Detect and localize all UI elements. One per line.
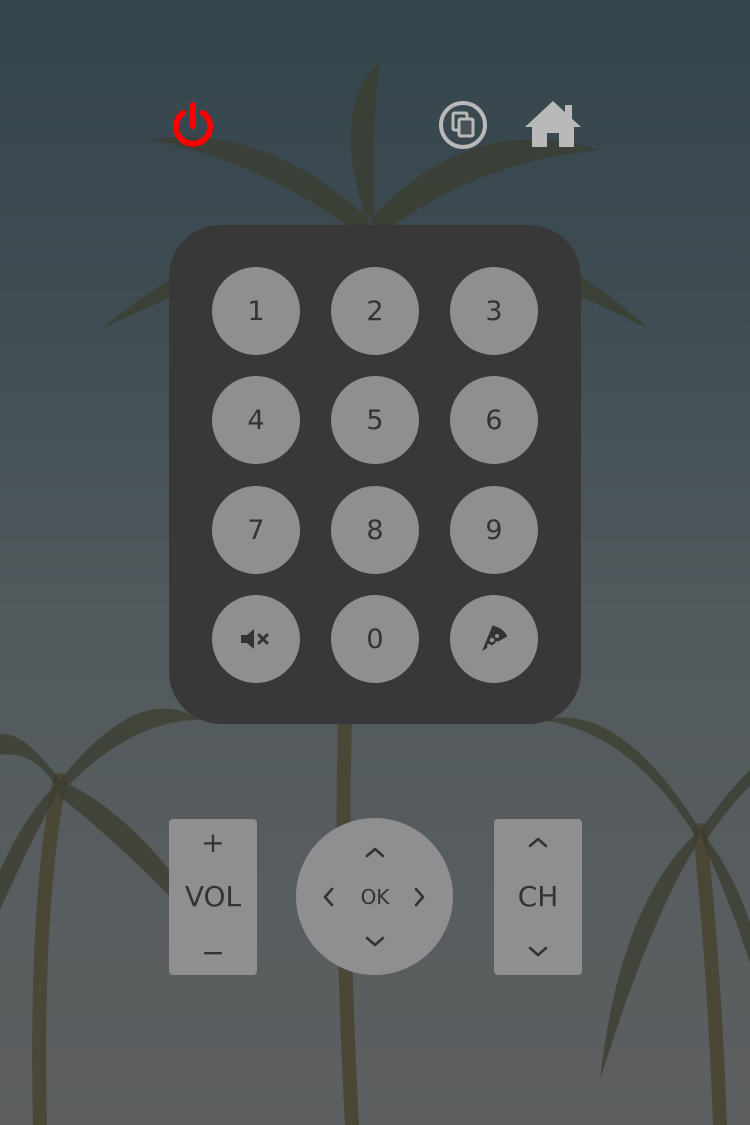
key-2[interactable]: 2 — [331, 267, 419, 355]
volume-rocker: + VOL − — [169, 819, 257, 975]
key-8[interactable]: 8 — [331, 486, 419, 574]
home-button[interactable] — [522, 96, 584, 152]
mute-icon — [241, 629, 269, 649]
key-7[interactable]: 7 — [212, 486, 300, 574]
copy-icon — [439, 101, 487, 149]
chevron-left-icon — [323, 887, 334, 907]
volume-up-button[interactable]: + — [169, 819, 257, 865]
direction-pad: OK — [296, 818, 453, 975]
key-6[interactable]: 6 — [450, 376, 538, 464]
volume-down-button[interactable]: − — [169, 929, 257, 975]
chevron-right-icon — [414, 887, 425, 907]
power-button[interactable] — [165, 98, 221, 154]
chevron-down-icon — [528, 946, 548, 957]
key-3[interactable]: 3 — [450, 267, 538, 355]
key-4[interactable]: 4 — [212, 376, 300, 464]
key-9[interactable]: 9 — [450, 486, 538, 574]
channel-label: CH — [517, 880, 559, 913]
dpad-up-button[interactable] — [354, 836, 396, 868]
chevron-down-icon — [365, 936, 385, 947]
dpad-right-button[interactable] — [404, 876, 436, 918]
volume-down-label: − — [201, 935, 225, 969]
channel-rocker: CH — [494, 819, 582, 975]
volume-label: VOL — [184, 880, 242, 913]
dpad-ok-button[interactable]: OK — [348, 876, 402, 918]
input-button[interactable] — [450, 595, 538, 683]
copy-button[interactable] — [437, 99, 489, 151]
home-icon — [525, 101, 581, 147]
power-icon — [173, 102, 213, 147]
volume-up-label: + — [201, 825, 225, 859]
chevron-up-icon — [365, 847, 385, 858]
dpad-down-button[interactable] — [354, 926, 396, 958]
number-keypad: 1 2 3 4 5 6 7 8 9 0 — [169, 225, 581, 724]
pizza-icon — [482, 625, 508, 651]
key-1[interactable]: 1 — [212, 267, 300, 355]
channel-up-button[interactable] — [494, 819, 582, 865]
key-0[interactable]: 0 — [331, 595, 419, 683]
channel-down-button[interactable] — [494, 929, 582, 975]
mute-button[interactable] — [212, 595, 300, 683]
chevron-up-icon — [528, 837, 548, 848]
dpad-left-button[interactable] — [312, 876, 344, 918]
key-5[interactable]: 5 — [331, 376, 419, 464]
